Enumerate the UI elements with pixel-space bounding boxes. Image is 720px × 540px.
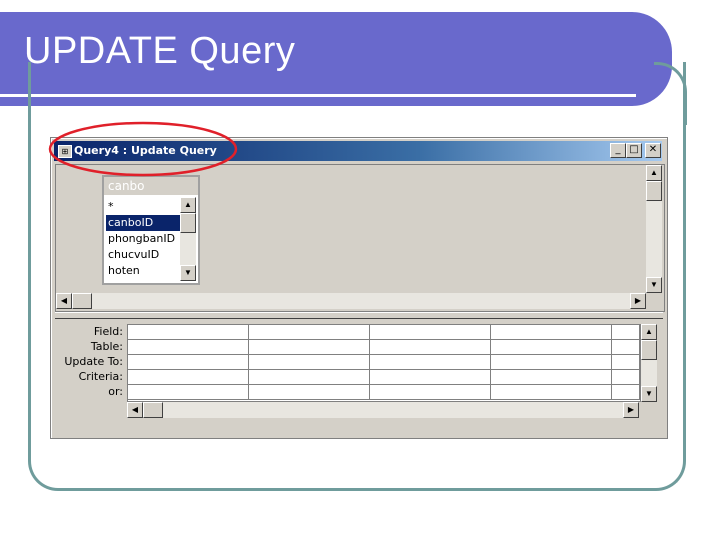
scroll-down-icon[interactable]: ▼ bbox=[646, 277, 662, 293]
field-list-item[interactable]: * bbox=[106, 199, 180, 215]
design-grid[interactable] bbox=[127, 324, 641, 402]
grid-cell[interactable] bbox=[128, 325, 249, 340]
field-list-item[interactable]: phongbanID bbox=[106, 231, 180, 247]
grid-cell[interactable] bbox=[249, 340, 370, 355]
grid-cell[interactable] bbox=[491, 340, 612, 355]
pane-splitter[interactable] bbox=[55, 312, 663, 319]
grid-row-label: Table: bbox=[90, 340, 123, 353]
minimize-button[interactable]: _ bbox=[610, 143, 626, 158]
grid-cell[interactable] bbox=[249, 370, 370, 385]
table-field-list[interactable]: canbo * canboID phongbanID chucvuID hoten ▲ … bbox=[102, 175, 200, 285]
maximize-button[interactable]: □ bbox=[626, 143, 642, 158]
grid-cell[interactable] bbox=[612, 340, 640, 355]
query-window: ⊞ Query4 : Update Query _ □ ✕ canbo * can… bbox=[50, 137, 668, 439]
grid-cell[interactable] bbox=[370, 385, 491, 400]
table-pane-vscroll[interactable]: ▲ ▼ bbox=[646, 165, 662, 293]
scroll-up-icon[interactable]: ▲ bbox=[641, 324, 657, 340]
scroll-down-icon[interactable]: ▼ bbox=[641, 386, 657, 402]
scroll-right-icon[interactable]: ▶ bbox=[630, 293, 646, 309]
grid-cell[interactable] bbox=[612, 385, 640, 400]
field-list-item[interactable]: hoten bbox=[106, 263, 180, 279]
grid-row-label: Criteria: bbox=[78, 370, 123, 383]
scroll-left-icon[interactable]: ◀ bbox=[127, 402, 143, 418]
field-list-scrollbar[interactable]: ▲ ▼ bbox=[180, 197, 196, 281]
grid-cell[interactable] bbox=[612, 325, 640, 340]
scroll-thumb[interactable] bbox=[143, 402, 163, 418]
grid-cell[interactable] bbox=[128, 340, 249, 355]
grid-cell[interactable] bbox=[612, 355, 640, 370]
grid-cell[interactable] bbox=[128, 385, 249, 400]
design-grid-pane: Field: Table: Update To: Criteria: or: ▲ ▼ ◀… bbox=[55, 320, 663, 432]
grid-row-label: Field: bbox=[93, 325, 123, 338]
grid-cell[interactable] bbox=[370, 340, 491, 355]
highlight-ellipse bbox=[48, 121, 238, 177]
grid-row-labels: Field: Table: Update To: Criteria: or: bbox=[55, 324, 123, 399]
field-list-item[interactable]: chucvuID bbox=[106, 247, 180, 263]
scroll-down-icon[interactable]: ▼ bbox=[180, 265, 196, 281]
grid-cell[interactable] bbox=[128, 370, 249, 385]
grid-cell[interactable] bbox=[370, 370, 491, 385]
scroll-up-icon[interactable]: ▲ bbox=[646, 165, 662, 181]
grid-cell[interactable] bbox=[249, 355, 370, 370]
table-pane[interactable]: canbo * canboID phongbanID chucvuID hoten ▲ … bbox=[55, 164, 665, 312]
field-list[interactable]: * canboID phongbanID chucvuID hoten bbox=[106, 199, 180, 279]
field-list-item[interactable]: canboID bbox=[106, 215, 180, 231]
scroll-thumb[interactable] bbox=[646, 181, 662, 201]
grid-row-label: Update To: bbox=[64, 355, 123, 368]
scroll-thumb[interactable] bbox=[180, 213, 196, 233]
grid-cell[interactable] bbox=[370, 325, 491, 340]
grid-cell[interactable] bbox=[491, 325, 612, 340]
grid-cell[interactable] bbox=[370, 355, 491, 370]
grid-hscroll[interactable]: ◀ ▶ bbox=[127, 402, 639, 418]
scroll-left-icon[interactable]: ◀ bbox=[56, 293, 72, 309]
grid-cell[interactable] bbox=[612, 370, 640, 385]
scroll-thumb[interactable] bbox=[641, 340, 657, 360]
grid-cell[interactable] bbox=[491, 370, 612, 385]
grid-row-label: or: bbox=[108, 385, 123, 398]
grid-cell[interactable] bbox=[128, 355, 249, 370]
scroll-thumb[interactable] bbox=[72, 293, 92, 309]
table-pane-hscroll[interactable]: ◀ ▶ bbox=[56, 293, 646, 309]
scroll-right-icon[interactable]: ▶ bbox=[623, 402, 639, 418]
close-button[interactable]: ✕ bbox=[645, 143, 661, 158]
grid-cell[interactable] bbox=[249, 325, 370, 340]
grid-cell[interactable] bbox=[491, 355, 612, 370]
grid-cell[interactable] bbox=[491, 385, 612, 400]
grid-cell[interactable] bbox=[249, 385, 370, 400]
scroll-up-icon[interactable]: ▲ bbox=[180, 197, 196, 213]
grid-vscroll[interactable]: ▲ ▼ bbox=[641, 324, 657, 402]
